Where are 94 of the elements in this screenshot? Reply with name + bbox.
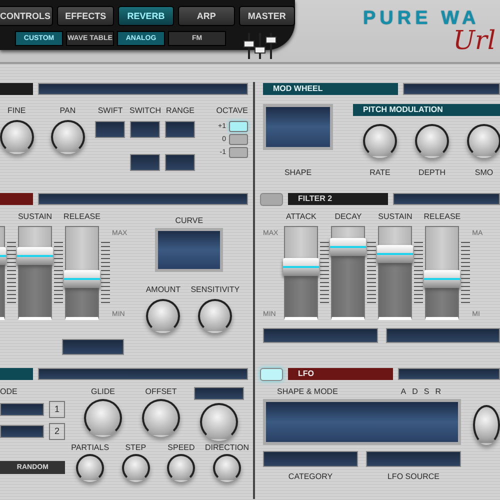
slider-thumb[interactable]	[377, 245, 414, 263]
adsr-label: A	[400, 387, 406, 396]
knob[interactable]	[0, 120, 34, 154]
knob[interactable]	[146, 299, 180, 333]
tab[interactable]: EFFECTS	[57, 6, 114, 26]
header-block	[0, 193, 33, 205]
knob[interactable]	[198, 299, 232, 333]
adsr-label: R	[435, 387, 441, 396]
switch-display[interactable]	[130, 121, 160, 138]
display-bar	[62, 339, 124, 355]
section-header: FILTER 2	[288, 193, 388, 205]
knob-label: FINE	[7, 106, 26, 115]
knob-label: SPEED	[168, 443, 195, 452]
knob[interactable]	[200, 403, 238, 441]
switch-label: RANGE	[166, 106, 194, 115]
knob-label: STEP	[125, 443, 146, 452]
header-block	[0, 368, 33, 380]
mode-field[interactable]	[0, 425, 44, 438]
knob[interactable]	[415, 124, 449, 158]
tab[interactable]: MASTER	[238, 6, 296, 26]
shape-label: SHAPE	[284, 168, 312, 177]
knob-label: GLIDE	[90, 387, 115, 396]
knob-label: PARTIALS	[71, 443, 110, 452]
knob[interactable]	[50, 120, 85, 154]
logo-title: PURE WA	[363, 8, 481, 29]
scale-ticks	[461, 242, 470, 306]
knob-label: DIRECTION	[205, 443, 249, 452]
scale-ticks	[414, 242, 424, 306]
slot-number[interactable]: 1	[49, 401, 65, 418]
slider-label: DECAY	[334, 212, 362, 222]
scale-ticks	[367, 242, 376, 306]
octave-button[interactable]	[229, 121, 248, 132]
slider-label: RELEASE	[64, 212, 100, 222]
select-field[interactable]	[263, 451, 358, 467]
field-label: LFO SOURCE	[386, 472, 440, 481]
display-bar	[194, 387, 244, 400]
switch-display[interactable]	[165, 154, 196, 171]
knob[interactable]	[467, 124, 500, 158]
tab[interactable]: ARP	[178, 6, 235, 26]
shape-mode-label: SHAPE & MODE	[277, 387, 338, 396]
knob[interactable]	[84, 399, 122, 437]
logo-script: Url	[453, 30, 496, 52]
knob-label: SENSITIVITY	[190, 285, 240, 294]
slider-thumb[interactable]	[330, 238, 366, 256]
knob-label: DEPTH	[418, 168, 446, 177]
switch-display[interactable]	[130, 154, 160, 171]
toggle-button[interactable]	[260, 192, 283, 206]
mode-label: ODE	[0, 387, 18, 396]
field-label: CATEGORY	[287, 472, 334, 481]
tab[interactable]: REVERB	[118, 6, 174, 26]
tab[interactable]: CONTROLS	[0, 6, 54, 26]
slider-label: SUSTAIN	[18, 212, 52, 222]
mode-field[interactable]	[0, 403, 44, 416]
knob[interactable]	[213, 454, 241, 482]
knob[interactable]	[122, 454, 150, 482]
scale-ticks	[320, 242, 330, 306]
toggle-button[interactable]	[260, 368, 283, 380]
knob[interactable]	[142, 399, 180, 437]
adsr-label: S	[424, 387, 430, 396]
scale-ticks	[54, 242, 63, 306]
shape-display	[263, 104, 333, 150]
switch-label: SWIFT	[98, 106, 123, 115]
slider-thumb[interactable]	[64, 270, 100, 288]
section-header: PITCH MODULATION	[353, 104, 500, 116]
switch-display[interactable]	[165, 121, 196, 138]
octave-label: OCTAVE	[216, 106, 248, 115]
knob[interactable]	[363, 124, 397, 158]
slider-label: SUSTAIN	[378, 212, 412, 222]
knob[interactable]	[167, 454, 196, 482]
slider-thumb[interactable]	[17, 246, 53, 265]
scale-ticks	[101, 242, 110, 306]
slider-label: ATTACK	[286, 212, 316, 222]
section-header: LFO	[288, 368, 393, 380]
switch-label: SWITCH	[130, 106, 162, 115]
slider-label: RELEASE	[424, 212, 461, 222]
knob[interactable]	[76, 454, 104, 482]
knob-label: SMO	[474, 168, 494, 177]
curve-label: CURVE	[175, 216, 204, 225]
section-header: MOD WHEEL	[263, 83, 398, 95]
knob[interactable]	[473, 405, 500, 445]
slider-thumb[interactable]	[283, 258, 320, 276]
select-field[interactable]	[366, 451, 461, 467]
knob-label: PAN	[60, 106, 76, 115]
knob-label: OFFSET	[145, 387, 177, 396]
slider-thumb[interactable]	[424, 270, 460, 288]
faders-icon	[243, 33, 277, 59]
knob-label: RATE	[370, 168, 390, 177]
curve-display	[155, 228, 224, 272]
knob-label: AMOUNT	[146, 285, 180, 294]
header-block	[0, 83, 33, 95]
scale-ticks	[7, 242, 16, 306]
switch-display[interactable]	[95, 121, 126, 138]
slot-number[interactable]: 2	[49, 423, 65, 440]
adsr-label: D	[412, 387, 418, 396]
